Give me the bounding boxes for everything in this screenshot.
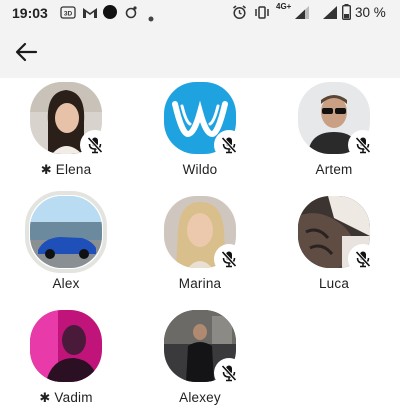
more-notifications-dot-icon <box>148 9 154 25</box>
mic-off-icon <box>214 130 244 160</box>
avatar[interactable] <box>298 196 378 274</box>
contact-name: Marina <box>178 276 222 291</box>
contact-name: ✱ Vadim <box>6 390 126 406</box>
contact-name: Alexey <box>179 390 221 405</box>
clock-time: 19:03 <box>12 5 48 21</box>
battery-icon <box>341 4 351 23</box>
contact-name: Luca <box>318 276 350 291</box>
avatar[interactable] <box>30 82 110 160</box>
contact-tile-wildo[interactable]: Wildo <box>140 80 260 190</box>
favorite-star-icon: ✱ <box>40 162 52 177</box>
app-bar <box>0 26 400 78</box>
signal-strength-2-icon <box>322 5 338 23</box>
battery-percent: 30 % <box>355 5 386 20</box>
contact-name: Artem <box>315 162 353 177</box>
contact-tile-alex[interactable]: Alex <box>6 191 126 304</box>
gmail-icon <box>82 6 98 22</box>
contact-tile-luca[interactable]: Luca <box>274 194 394 304</box>
back-button[interactable] <box>12 38 42 66</box>
avatar[interactable] <box>164 82 244 160</box>
tiktok-icon <box>124 5 138 22</box>
photo-pink-light <box>30 310 102 382</box>
contact-name: Wildo <box>182 162 218 177</box>
contact-name-text: Vadim <box>54 390 93 405</box>
contacts-grid: ✱ Elena Wildo Artem Alex Marina Luca ✱ V… <box>0 78 400 411</box>
mic-off-icon <box>348 244 378 274</box>
svg-text:3D: 3D <box>64 11 73 18</box>
contact-tile-artem[interactable]: Artem <box>274 80 394 190</box>
favorite-star-icon: ✱ <box>39 390 51 405</box>
signal-strength-icon <box>294 5 310 23</box>
mic-off-icon <box>214 244 244 274</box>
photo-blue-car <box>30 196 102 268</box>
mic-off-icon <box>348 130 378 160</box>
avatar[interactable] <box>164 196 244 274</box>
avatar[interactable] <box>30 310 102 382</box>
avatar[interactable] <box>25 191 107 273</box>
avatar[interactable] <box>298 82 378 160</box>
contact-tile-elena[interactable]: ✱ Elena <box>6 80 126 190</box>
alarm-icon <box>232 5 247 23</box>
network-type-label: 4G+ <box>276 2 292 11</box>
arrow-left-icon <box>15 42 38 62</box>
contact-name-text: Elena <box>55 162 92 177</box>
avatar[interactable] <box>164 310 244 388</box>
3d-badge-icon: 3D <box>60 6 76 22</box>
mic-off-icon <box>80 130 110 160</box>
contact-tile-alexey[interactable]: Alexey <box>140 308 260 411</box>
vibrate-icon <box>254 5 270 23</box>
status-bar: 19:03 3D 4G+ 30 % <box>0 0 400 26</box>
contact-name: ✱ Elena <box>6 162 126 178</box>
contact-tile-marina[interactable]: Marina <box>140 194 260 304</box>
contact-name: Alex <box>52 276 80 291</box>
circle-app-icon <box>103 5 117 22</box>
contact-tile-vadim[interactable]: ✱ Vadim <box>6 308 126 411</box>
mic-off-icon <box>214 358 244 388</box>
